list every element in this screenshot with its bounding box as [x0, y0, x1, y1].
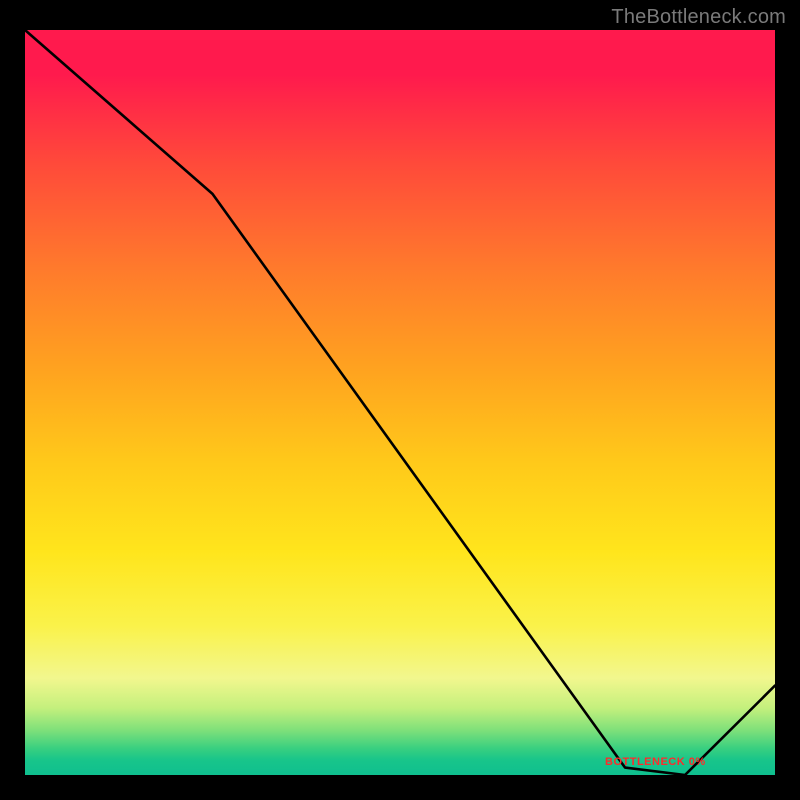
chart-plot-area: BOTTLENECK 0%: [25, 30, 775, 775]
chart-frame: TheBottleneck.com BOTTLENECK 0%: [0, 0, 800, 800]
bottleneck-curve: [25, 30, 775, 775]
bottleneck-zero-label: BOTTLENECK 0%: [605, 756, 706, 768]
watermark-text: TheBottleneck.com: [611, 6, 786, 29]
